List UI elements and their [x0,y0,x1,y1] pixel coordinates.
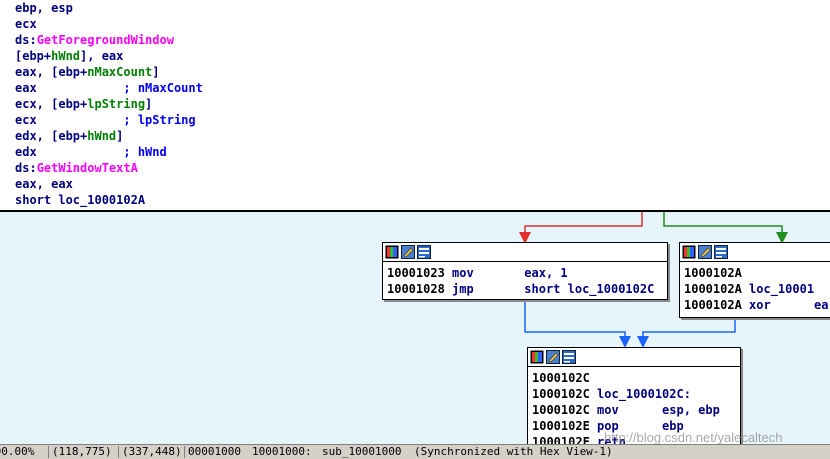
instruction-text: jmp short loc_1000102C [444,282,655,296]
instruction-text: xor ea [741,298,829,312]
instruction-address: 10001023 [387,266,445,280]
status-file-offset: 00001000 [188,445,241,458]
edit-node-color-icon[interactable] [401,245,415,259]
operand: ] [152,65,160,79]
listing-line[interactable]: short loc_1000102A [15,192,145,208]
node-titlebar [383,243,667,262]
instruction-text: mov eax, 1 [444,266,568,280]
comment: ; lpString [123,113,196,127]
listing-line[interactable]: eax ; nMaxCount [15,80,203,96]
listing-line[interactable]: edx ; hWnd [15,144,167,160]
api-name[interactable]: GetForegroundWindow [37,33,174,47]
node-list-icon[interactable] [562,350,576,364]
instruction-address: 1000102C [532,371,590,385]
node-titlebar [528,348,740,367]
operand: short loc_1000102A [15,193,146,207]
graph-overview-icon[interactable] [530,350,544,364]
operand: ecx [15,113,124,127]
node-instruction-line[interactable]: 1000102A loc_10001 [684,281,814,297]
instruction-address: 1000102E [532,419,590,433]
node-instruction-line[interactable]: 1000102C loc_1000102C: [532,386,691,402]
graph-node-1000102A[interactable]: 1000102A 1000102A loc_10001 1000102A xor e… [679,242,830,318]
edge-jump-a [524,300,631,348]
operand: ecx [15,17,37,31]
listing-line[interactable]: ds:GetForegroundWindow [15,32,174,48]
variable-name: hWnd [51,49,81,63]
operand: ], eax [80,49,124,63]
node-instruction-line[interactable]: 1000102C mov esp, ebp [532,402,720,418]
listing-line[interactable]: ds:GetWindowTextA [15,160,138,176]
instruction-address: 1000102A [684,266,742,280]
edge-jump-b [637,315,736,348]
instruction-text: loc_10001 [741,282,815,296]
listing-line[interactable]: edx, [ebp+hWnd] [15,128,123,144]
listing-line[interactable]: [ebp+hWnd], eax [15,48,123,64]
status-bar: 100.00% (118,775) (337,448) 00001000 100… [0,444,830,459]
edge-true [663,212,788,244]
operand: eax [15,81,124,95]
operand: ] [116,129,124,143]
listing-line[interactable]: ebp, esp [15,0,73,16]
graph-node-10001023[interactable]: 10001023 mov eax, 1 10001028 jmp short lo… [382,242,668,300]
status-sync: (Synchronized with Hex View-1) [414,445,613,458]
node-instruction-line[interactable]: 1000102A xor ea [684,297,829,313]
api-name[interactable]: GetWindowTextA [37,161,138,175]
operand: eax, eax [15,177,73,191]
graph-overview-icon[interactable] [385,245,399,259]
watermark: http://blog.csdn.net/yalecaltech [604,430,783,445]
variable-name: hWnd [87,129,117,143]
operand: edx [15,145,124,159]
operand: ] [145,97,153,111]
status-address: 10001000: [252,445,312,458]
instruction-address: 1000102A [684,282,742,296]
listing-line[interactable]: ecx, [ebp+lpString] [15,96,152,112]
operand: ds: [15,33,37,47]
node-list-icon[interactable] [714,245,728,259]
listing-line[interactable]: eax, [ebp+nMaxCount] [15,64,160,80]
status-function: sub_10001000 [322,445,402,458]
node-list-icon[interactable] [417,245,431,259]
listing-line[interactable]: eax, eax [15,176,73,192]
edge-false [519,212,643,244]
listing-line[interactable]: ecx [15,16,37,32]
instruction-address: 1000102C [532,403,590,417]
operand: edx, [ebp+ [15,129,88,143]
edit-node-color-icon[interactable] [698,245,712,259]
graph-view[interactable]: 10001023 mov eax, 1 10001028 jmp short lo… [0,212,830,444]
instruction-address: 1000102F [532,435,590,444]
variable-name: lpString [87,97,146,111]
comment: ; nMaxCount [123,81,203,95]
instruction-address: 10001028 [387,282,445,296]
status-mouse-pos: (118,775) [52,445,112,458]
operand: ebp, esp [15,1,73,15]
operand: eax, [ebp+ [15,65,88,79]
instruction-address: 1000102A [684,298,742,312]
status-graph-pos: (337,448) [122,445,182,458]
listing-line[interactable]: ecx ; lpString [15,112,196,128]
operand: ecx, [ebp+ [15,97,88,111]
variable-name: nMaxCount [87,65,153,79]
instruction-text: mov esp, ebp [589,403,720,417]
disassembly-listing[interactable]: ebp, esp ecx ds:GetForegroundWindow [ebp+hW… [0,0,830,211]
instruction-text: loc_1000102C: [589,387,691,401]
edit-node-color-icon[interactable] [546,350,560,364]
instruction-address: 1000102C [532,387,590,401]
graph-overview-icon[interactable] [682,245,696,259]
operand: [ebp+ [15,49,52,63]
node-titlebar [680,243,830,262]
comment: ; hWnd [123,145,167,159]
node-instruction-line[interactable]: 1000102A [684,265,742,281]
status-zoom: 100.00% [0,445,35,458]
node-instruction-line[interactable]: 10001023 mov eax, 1 [387,265,568,281]
operand: ds: [15,161,37,175]
node-instruction-line[interactable]: 1000102C [532,370,590,386]
node-instruction-line[interactable]: 10001028 jmp short loc_1000102C [387,281,654,297]
